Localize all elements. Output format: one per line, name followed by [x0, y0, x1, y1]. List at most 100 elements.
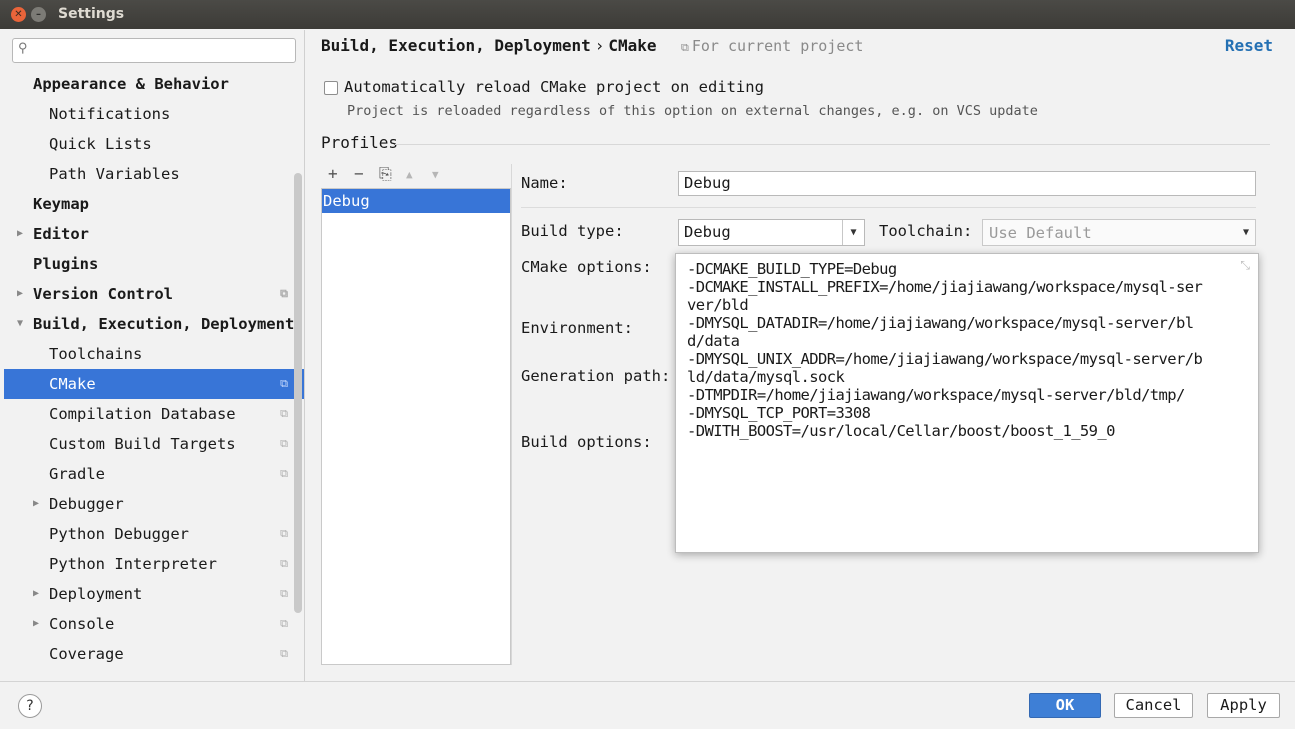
sidebar-item-label: Gradle — [49, 465, 105, 483]
project-scope-icon: ⧉ — [280, 467, 288, 480]
collapsed-arrow-icon[interactable]: ▶ — [33, 579, 39, 609]
cmake-settings-panel: Build, Execution, Deployment › CMake ⧉ For … — [305, 30, 1295, 681]
collapsed-arrow-icon[interactable]: ▶ — [33, 609, 39, 639]
sidebar-item-label: Keymap — [33, 195, 89, 213]
toolchain-select[interactable]: Use Default ▼ — [982, 219, 1256, 246]
project-scope-icon: ⧉ — [280, 587, 288, 600]
breadcrumb-separator: › — [594, 36, 605, 55]
sidebar-item[interactable]: Notifications — [4, 99, 304, 129]
sidebar-item-label: Debugger — [49, 495, 124, 513]
sidebar-item[interactable]: Path Variables — [4, 159, 304, 189]
sidebar-item[interactable]: Keymap — [4, 189, 304, 219]
name-label: Name: — [521, 174, 568, 192]
build-type-label: Build type: — [521, 222, 624, 240]
project-scope-icon: ⧉ — [280, 287, 288, 300]
sidebar-item-label: Notifications — [49, 105, 171, 123]
sidebar-item[interactable]: Plugins — [4, 249, 304, 279]
project-scope-icon: ⧉ — [280, 617, 288, 630]
project-scope-icon: ⧉ — [681, 41, 689, 54]
sidebar-item[interactable]: Coverage ⧉ — [4, 639, 304, 669]
collapsed-arrow-icon[interactable]: ▶ — [17, 219, 23, 249]
chevron-down-icon[interactable]: ▼ — [1243, 220, 1249, 245]
sidebar-item-label: Console — [49, 615, 115, 633]
window-title: Settings — [58, 6, 125, 22]
sidebar-item-label: Python Interpreter — [49, 555, 217, 573]
breadcrumb-current: CMake — [608, 36, 657, 55]
environment-label: Environment: — [521, 319, 633, 337]
apply-button[interactable]: Apply — [1207, 693, 1280, 718]
close-window-button[interactable]: ✕ — [11, 7, 26, 22]
sidebar-item[interactable]: Appearance & Behavior — [4, 69, 304, 99]
dialog-footer: ? OK Cancel Apply — [0, 681, 1295, 729]
project-scope-icon: ⧉ — [280, 527, 288, 540]
chevron-down-icon[interactable]: ▼ — [842, 220, 864, 245]
breadcrumb: Build, Execution, Deployment › CMake — [321, 36, 657, 55]
collapsed-arrow-icon[interactable]: ▶ — [17, 279, 23, 309]
help-button[interactable]: ? — [18, 694, 42, 718]
profiles-toolbar: + − ⎘ ▲ ▼ — [321, 164, 511, 188]
sidebar-item[interactable]: ▶ Version Control ⧉ — [4, 279, 304, 309]
settings-sidebar: ⚲ Appearance & Behavior Notifications Quic… — [4, 30, 304, 681]
collapsed-arrow-icon[interactable]: ▶ — [33, 489, 39, 519]
sidebar-item[interactable]: ▶ Deployment ⧉ — [4, 579, 304, 609]
sidebar-item[interactable]: Python Debugger ⧉ — [4, 519, 304, 549]
remove-profile-icon[interactable]: − — [354, 164, 364, 183]
sidebar-item[interactable]: Gradle ⧉ — [4, 459, 304, 489]
reset-link[interactable]: Reset — [1225, 36, 1273, 55]
sidebar-scrollbar[interactable] — [294, 173, 302, 613]
auto-reload-checkbox[interactable] — [324, 81, 338, 95]
sidebar-item-label: Editor — [33, 225, 89, 243]
breadcrumb-parent: Build, Execution, Deployment — [321, 36, 591, 55]
sidebar-item[interactable]: ▶ Editor — [4, 219, 304, 249]
profile-item-debug[interactable]: Debug — [322, 189, 510, 213]
project-scope-icon: ⧉ — [280, 647, 288, 660]
search-input[interactable]: ⚲ — [12, 38, 296, 63]
sidebar-item[interactable]: CMake ⧉ — [4, 369, 304, 399]
collapse-icon[interactable]: ⤡ — [1240, 258, 1250, 273]
sidebar-item-label: Toolchains — [49, 345, 143, 363]
add-profile-icon[interactable]: + — [328, 164, 338, 183]
scope-label: For current project — [691, 37, 864, 55]
sidebar-item[interactable]: ▼ Build, Execution, Deployment — [4, 309, 304, 339]
sidebar-item[interactable]: ▶ Debugger — [4, 489, 304, 519]
sidebar-item-label: Plugins — [33, 255, 99, 273]
form-separator — [521, 207, 1256, 208]
sidebar-item[interactable]: Custom Build Targets ⧉ — [4, 429, 304, 459]
minimize-window-button[interactable]: – — [31, 7, 46, 22]
sidebar-item[interactable]: Quick Lists — [4, 129, 304, 159]
sidebar-item-label: CMake — [49, 375, 96, 393]
ok-button[interactable]: OK — [1029, 693, 1101, 718]
auto-reload-label[interactable]: Automatically reload CMake project on ed… — [344, 78, 764, 96]
cancel-button[interactable]: Cancel — [1114, 693, 1193, 718]
cmake-options-expanded-editor[interactable]: ⤡ -DCMAKE_BUILD_TYPE=Debug -DCMAKE_INSTA… — [675, 253, 1259, 553]
settings-tree: Appearance & Behavior Notifications Quick … — [4, 69, 304, 669]
sidebar-item-label: Version Control — [33, 285, 173, 303]
generation-path-label: Generation path: — [521, 367, 671, 385]
sidebar-item-label: Coverage — [49, 645, 124, 663]
section-separator — [395, 144, 1270, 145]
toolchain-label: Toolchain: — [879, 222, 973, 240]
sidebar-item[interactable]: ▶ Console ⧉ — [4, 609, 304, 639]
move-up-icon[interactable]: ▲ — [406, 168, 413, 181]
project-scope-icon: ⧉ — [280, 377, 288, 390]
expanded-arrow-icon[interactable]: ▼ — [17, 309, 23, 339]
build-type-select[interactable]: Debug ▼ — [678, 219, 865, 246]
sidebar-item[interactable]: Python Interpreter ⧉ — [4, 549, 304, 579]
auto-reload-hint: Project is reloaded regardless of this o… — [347, 103, 1038, 119]
profiles-divider — [511, 164, 512, 665]
cmake-options-text[interactable]: -DCMAKE_BUILD_TYPE=Debug -DCMAKE_INSTALL… — [687, 260, 1207, 440]
sidebar-item-label: Custom Build Targets — [49, 435, 236, 453]
search-icon: ⚲ — [18, 41, 28, 56]
profile-name-input[interactable]: Debug — [678, 171, 1256, 196]
sidebar-item-label: Quick Lists — [49, 135, 152, 153]
title-bar: ✕ – Settings — [0, 0, 1295, 29]
scope-indicator: ⧉ For current project — [681, 37, 863, 55]
sidebar-item[interactable]: Compilation Database ⧉ — [4, 399, 304, 429]
sidebar-item-label: Path Variables — [49, 165, 180, 183]
move-down-icon[interactable]: ▼ — [432, 168, 439, 181]
project-scope-icon: ⧉ — [280, 557, 288, 570]
sidebar-item[interactable]: Toolchains — [4, 339, 304, 369]
sidebar-item-label: Appearance & Behavior — [33, 75, 229, 93]
project-scope-icon: ⧉ — [280, 407, 288, 420]
copy-profile-icon[interactable]: ⎘ — [379, 164, 392, 184]
